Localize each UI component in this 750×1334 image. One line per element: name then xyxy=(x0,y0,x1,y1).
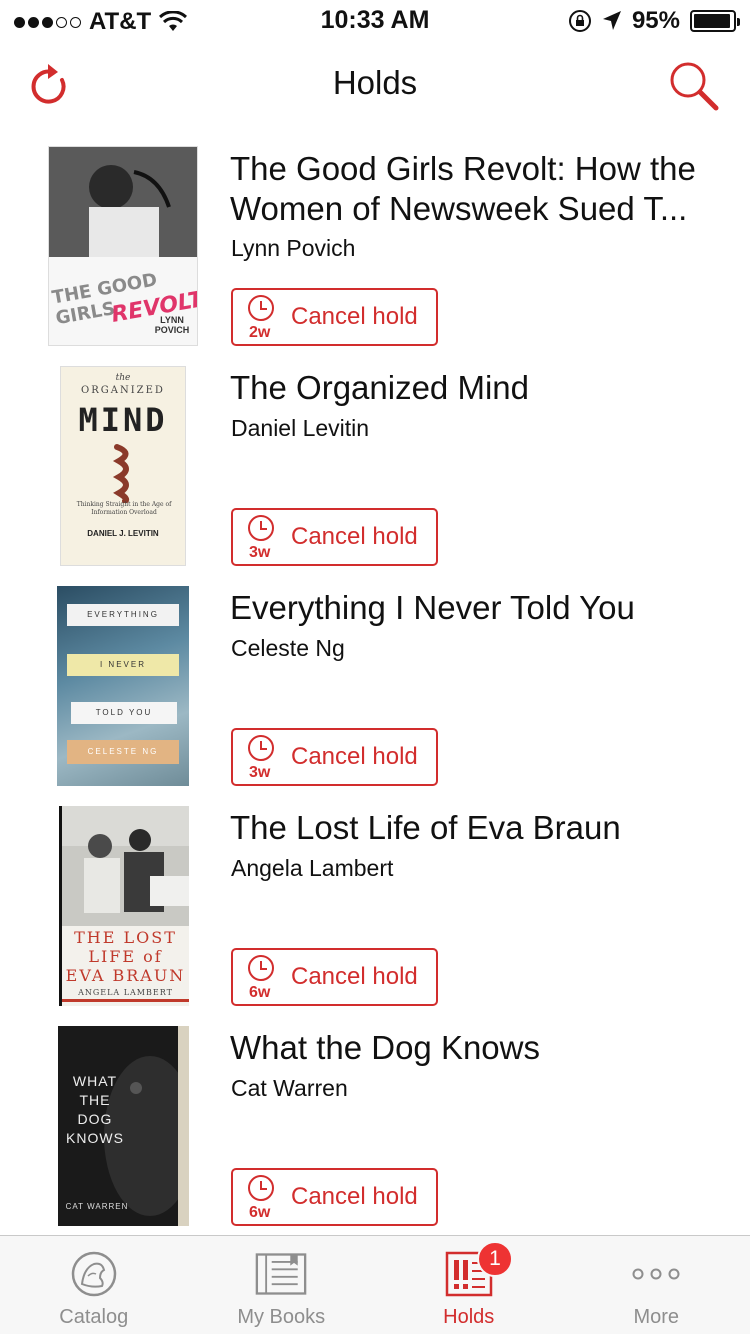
book-title[interactable]: Everything I Never Told You xyxy=(230,588,730,628)
cover-subtitle-text: Thinking Straight in the Age of Informat… xyxy=(76,501,172,516)
holds-list: THE GOOD GIRLS REVOLT LYNN POVICH The Go… xyxy=(0,129,750,1229)
cover-title-text: the xyxy=(115,373,131,383)
cancel-hold-label: Cancel hold xyxy=(291,1183,418,1210)
wait-estimate: 3w xyxy=(249,764,271,781)
cancel-hold-button[interactable]: 6w Cancel hold xyxy=(231,948,438,1006)
tab-label: Catalog xyxy=(59,1306,129,1328)
cover-title-text: LIFE of xyxy=(88,947,163,966)
location-icon xyxy=(602,11,621,30)
book-title[interactable]: What the Dog Knows xyxy=(230,1028,730,1068)
cover-title-line: KNOWS xyxy=(66,1130,124,1146)
clock-icon xyxy=(248,735,274,761)
tab-more[interactable]: More xyxy=(563,1236,750,1334)
cancel-hold-label: Cancel hold xyxy=(291,743,418,770)
clock-icon xyxy=(248,955,274,981)
search-icon xyxy=(670,62,719,111)
tab-holds[interactable]: 1 Holds xyxy=(375,1236,563,1334)
book-author: Cat Warren xyxy=(231,1075,348,1101)
wait-estimate: 2w xyxy=(249,324,271,341)
cover-title-text: I NEVER xyxy=(67,654,179,676)
book-author: Lynn Povich xyxy=(231,235,356,261)
tab-my-books[interactable]: My Books xyxy=(188,1236,376,1334)
tab-catalog[interactable]: Catalog xyxy=(0,1236,188,1334)
catalog-icon xyxy=(71,1251,116,1297)
hold-row[interactable]: WHAT THE DOG KNOWS CAT WARREN What the D… xyxy=(0,1009,750,1229)
clock-icon xyxy=(248,1175,274,1201)
page-title: Holds xyxy=(332,64,418,101)
more-icon xyxy=(632,1268,680,1280)
book-title[interactable]: The Organized Mind xyxy=(230,368,730,408)
tab-label: More xyxy=(633,1306,680,1328)
book-cover[interactable]: THE LOST LIFE of EVA BRAUN ANGELA LAMBER… xyxy=(59,806,189,1006)
search-button[interactable] xyxy=(666,58,722,114)
cover-author-text: LYNN POVICH xyxy=(154,315,190,335)
cancel-hold-button[interactable]: 3w Cancel hold xyxy=(231,728,438,786)
cover-title-line: WHAT xyxy=(72,1073,118,1089)
book-title[interactable]: The Good Girls Revolt: How the Women of … xyxy=(230,149,730,229)
book-cover[interactable]: THE GOOD GIRLS REVOLT LYNN POVICH xyxy=(48,146,198,346)
holds-badge: 1 xyxy=(477,1241,513,1277)
cover-title-text: EVERYTHING xyxy=(67,604,179,626)
book-author: Daniel Levitin xyxy=(231,415,370,441)
battery-icon xyxy=(690,10,740,32)
cover-title-line: THE xyxy=(79,1092,111,1108)
book-cover[interactable]: WHAT THE DOG KNOWS CAT WARREN xyxy=(58,1026,189,1226)
battery-percent: 95% xyxy=(631,7,680,34)
cover-title-text: WHAT THE DOG KNOWS xyxy=(62,1072,128,1148)
book-author: Angela Lambert xyxy=(231,855,394,881)
book-cover[interactable]: EVERYTHING I NEVER TOLD YOU CELESTE NG xyxy=(57,586,189,786)
cover-title-text: EVA BRAUN xyxy=(65,966,186,985)
cancel-hold-button[interactable]: 6w Cancel hold xyxy=(231,1168,438,1226)
book-cover[interactable]: the ORGANIZED MIND Thinking Straight in … xyxy=(60,366,186,566)
cover-author-text: CAT WARREN xyxy=(65,1202,129,1211)
cover-author-text: ANGELA LAMBERT xyxy=(78,988,173,997)
tab-label: My Books xyxy=(237,1306,326,1328)
status-bar: AT&T 10:33 AM 95% xyxy=(0,0,750,40)
book-author: Celeste Ng xyxy=(231,635,345,661)
hold-row[interactable]: the ORGANIZED MIND Thinking Straight in … xyxy=(0,349,750,569)
wait-estimate: 6w xyxy=(249,1204,271,1221)
cover-title-text: ORGANIZED xyxy=(81,385,165,396)
rotation-lock-icon xyxy=(568,10,591,32)
cancel-hold-label: Cancel hold xyxy=(291,303,418,330)
cover-title-text: TOLD YOU xyxy=(71,702,177,724)
cover-title-text: THE LOST xyxy=(74,928,177,947)
hold-row[interactable]: THE GOOD GIRLS REVOLT LYNN POVICH The Go… xyxy=(0,129,750,349)
book-title[interactable]: The Lost Life of Eva Braun xyxy=(230,808,730,848)
cover-title-text: MIND xyxy=(78,401,168,439)
cover-author-text: CELESTE NG xyxy=(67,740,179,764)
my-books-icon xyxy=(255,1253,307,1295)
wait-estimate: 6w xyxy=(249,984,271,1001)
clock-icon xyxy=(248,295,274,321)
cancel-hold-label: Cancel hold xyxy=(291,963,418,990)
cancel-hold-label: Cancel hold xyxy=(291,523,418,550)
hold-row[interactable]: EVERYTHING I NEVER TOLD YOU CELESTE NG E… xyxy=(0,569,750,789)
clock-icon xyxy=(248,515,274,541)
cover-author-text: DANIEL J. LEVITIN xyxy=(87,529,159,538)
hold-row[interactable]: THE LOST LIFE of EVA BRAUN ANGELA LAMBER… xyxy=(0,789,750,1009)
cover-title-line: DOG xyxy=(77,1111,113,1127)
tab-bar: Catalog My Books 1 Holds More xyxy=(0,1235,750,1334)
cancel-hold-button[interactable]: 3w Cancel hold xyxy=(231,508,438,566)
wait-estimate: 3w xyxy=(249,544,271,561)
cancel-hold-button[interactable]: 2w Cancel hold xyxy=(231,288,438,346)
tab-label: Holds xyxy=(443,1306,495,1328)
